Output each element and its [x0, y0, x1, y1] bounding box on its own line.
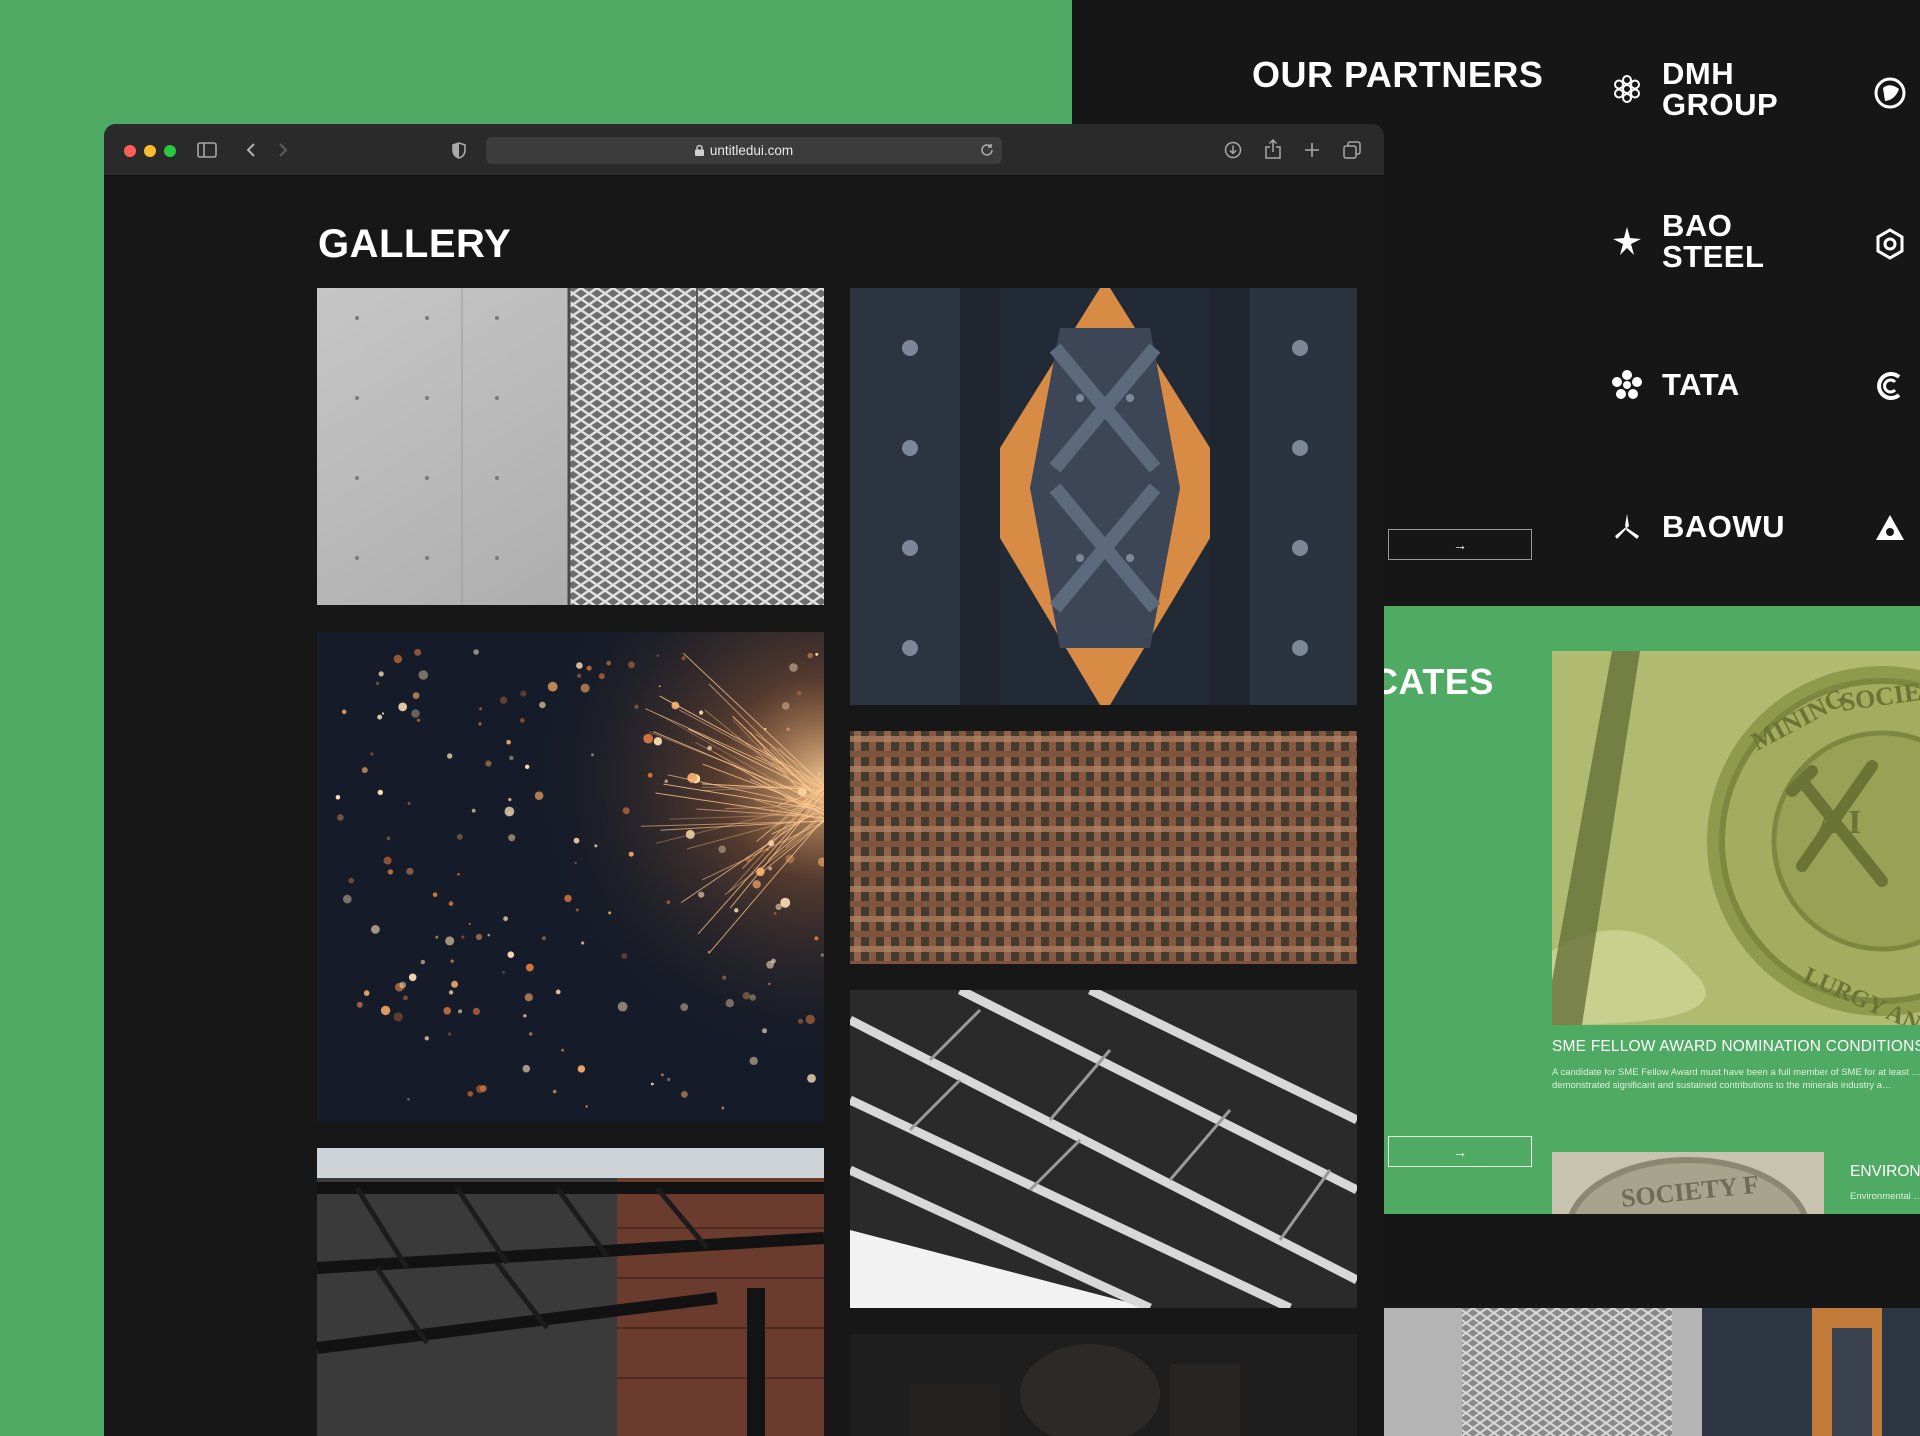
page-content: GALLERY — [104, 176, 1384, 1436]
sidebar-toggle-icon[interactable] — [194, 137, 220, 163]
partners-title: OUR PARTNERS — [1252, 54, 1544, 95]
riveted-steel-lattice-photo[interactable] — [850, 288, 1357, 705]
second-certificate-thumbnail: SOCIETY F — [1552, 1152, 1824, 1214]
gallery-title: GALLERY — [318, 222, 512, 266]
star-burst-icon — [1612, 226, 1642, 256]
privacy-shield-icon[interactable] — [446, 137, 472, 163]
dark-workshop-photo[interactable] — [850, 1334, 1357, 1436]
new-tab-icon[interactable] — [1299, 137, 1325, 163]
browser-toolbar: untitledui.com — [104, 124, 1384, 176]
partner-name: BAO STEEL — [1662, 208, 1765, 274]
reload-icon[interactable] — [980, 143, 994, 162]
partner-logo-triangle-icon[interactable] — [1872, 510, 1908, 546]
second-certificate-caption: ENVIRON — [1850, 1163, 1920, 1180]
lock-icon — [694, 144, 704, 159]
partner-bao-steel[interactable]: BAO STEEL — [1612, 210, 1764, 272]
flower-hex-icon — [1612, 74, 1642, 104]
concrete-and-mesh-photo[interactable] — [317, 288, 824, 605]
partner-dmh-group[interactable]: DMH GROUP — [1612, 58, 1778, 120]
partner-name: BAOWU — [1662, 509, 1786, 544]
url-text: untitledui.com — [486, 143, 1002, 159]
partners-next-button[interactable]: → — [1388, 529, 1532, 560]
certificates-next-button[interactable]: → — [1388, 1136, 1532, 1167]
sme-medal-image: A I MINING SOCIETY LURGY AND — [1552, 651, 1920, 1025]
certificates-title: CATES — [1372, 661, 1494, 702]
svg-text:A I: A I — [1817, 804, 1861, 841]
partner-logo-hexagon-icon[interactable] — [1872, 226, 1908, 262]
download-icon[interactable] — [1220, 137, 1246, 163]
riveted-steel-thumbnail — [1702, 1308, 1920, 1436]
partner-name: DMH GROUP — [1662, 56, 1779, 122]
woven-metal-mesh-photo[interactable] — [850, 731, 1357, 964]
url-value: untitledui.com — [709, 143, 794, 158]
browser-window: untitledui.com GALLERY — [104, 124, 1384, 1436]
partner-tata[interactable]: TATA — [1612, 369, 1740, 400]
minimize-window-button[interactable] — [144, 145, 156, 157]
partner-logo-crescent-icon[interactable] — [1872, 368, 1908, 404]
tab-overview-icon[interactable] — [1339, 137, 1365, 163]
industrial-truss-warehouse-photo[interactable] — [317, 1148, 824, 1436]
share-icon[interactable] — [1260, 136, 1286, 162]
arrow-right-icon: → — [1453, 536, 1467, 553]
back-icon[interactable] — [238, 137, 264, 163]
tri-blade-icon — [1612, 512, 1642, 542]
close-window-button[interactable] — [124, 145, 136, 157]
partner-name: TATA — [1662, 367, 1740, 402]
concrete-and-mesh-thumbnail — [1382, 1308, 1750, 1436]
arrow-right-icon: → — [1453, 1143, 1467, 1160]
cluster-icon — [1612, 369, 1642, 400]
forward-icon[interactable] — [270, 137, 296, 163]
certificate-description: A candidate for SME Fellow Award must ha… — [1552, 1067, 1920, 1091]
steel-roof-beams-photo[interactable] — [850, 990, 1357, 1308]
partner-baowu[interactable]: BAOWU — [1612, 511, 1785, 542]
address-bar[interactable]: untitledui.com — [486, 137, 1002, 164]
certificate-caption: SME FELLOW AWARD NOMINATION CONDITIONS — [1552, 1038, 1920, 1055]
zoom-window-button[interactable] — [164, 145, 176, 157]
second-certificate-description: Environmental … — [1850, 1191, 1920, 1202]
partner-logo-globe-icon[interactable] — [1872, 75, 1908, 111]
welding-sparks-photo[interactable] — [317, 632, 824, 1122]
